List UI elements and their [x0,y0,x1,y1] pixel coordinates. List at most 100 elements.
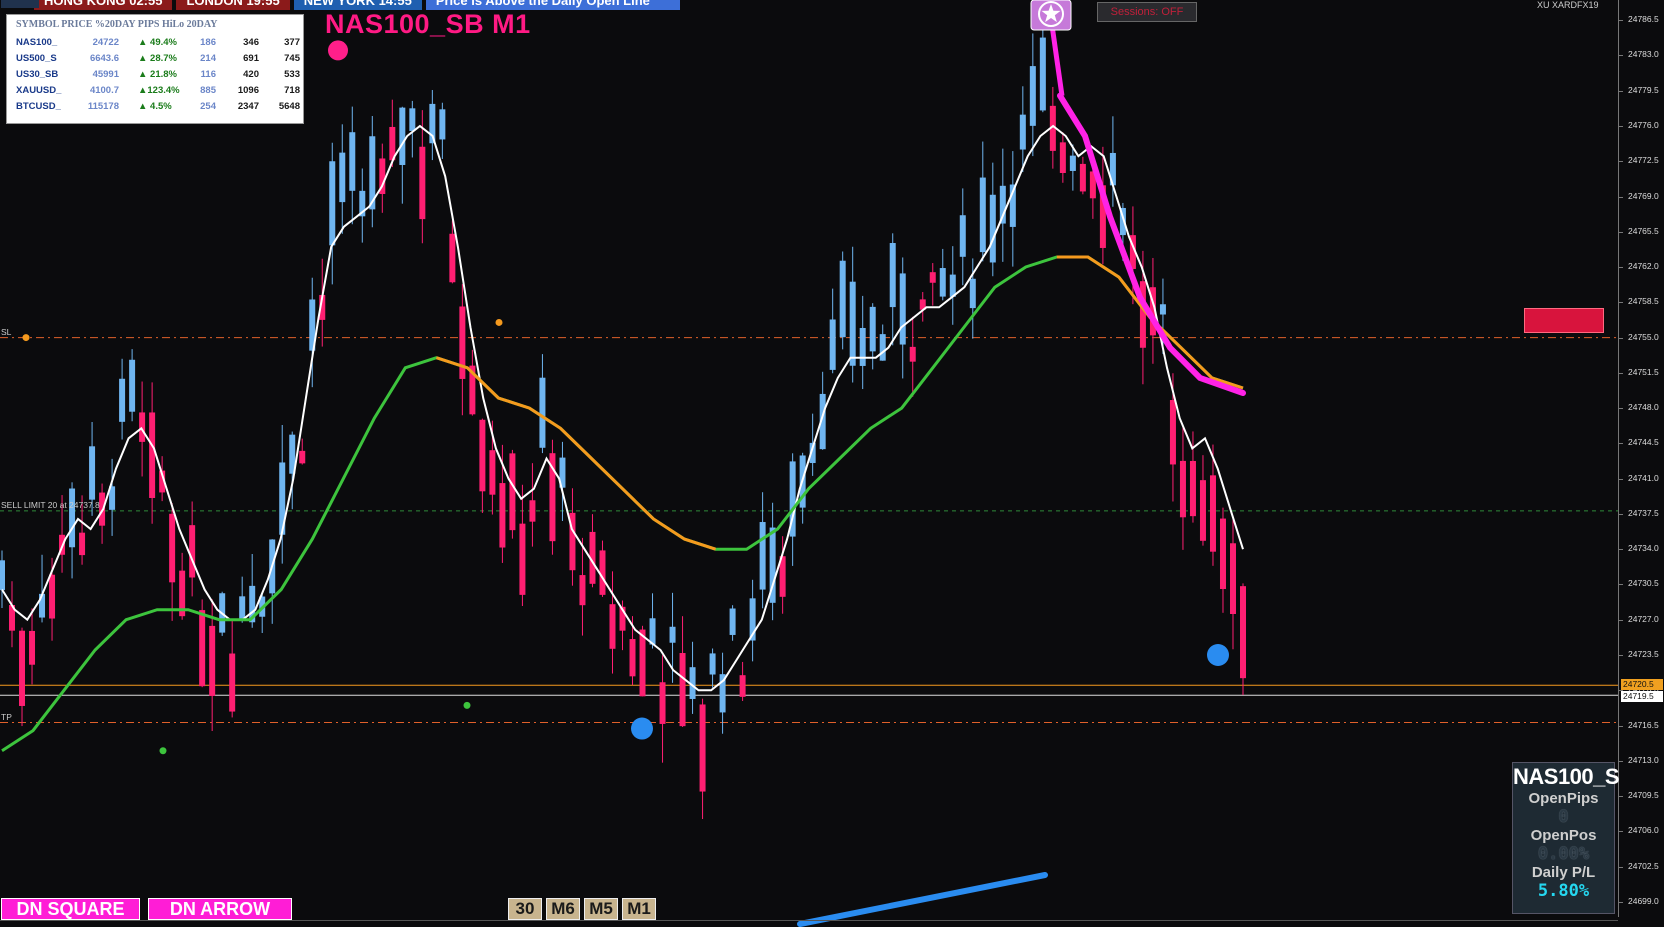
candle-body [439,109,446,140]
candle-body [879,334,886,361]
price-tick-label: 24709.5 [1628,790,1659,801]
table-row: US500_S 6643.6 ▲ 28.7% 214 691 745 [16,53,302,68]
daily-pl-label: Daily P/L [1531,864,1596,881]
price-tick-mark [1618,55,1623,57]
price-tick-mark [1618,655,1623,656]
candle-body [1059,142,1066,173]
price-tick-mark [1618,443,1623,445]
candle-body [129,359,136,412]
candle-body [669,626,676,643]
candle-body [169,513,176,583]
candle-body [829,319,836,370]
tf-button-m6[interactable]: M6 [546,898,580,920]
time-axis[interactable] [0,920,1618,927]
session-bar: HONG KONG 02:55 LONDON 19:55 NEW YORK 14… [0,0,680,10]
sell-limit-label: SELL LIMIT 20 at 24737.8 [1,499,100,510]
candle-body [409,108,416,131]
price-tick-mark [1618,161,1623,163]
candle-body [69,488,76,548]
candle-body [509,453,516,531]
candle-body [79,532,86,556]
blue-trendline [797,872,1048,927]
cell-price: 45991 [92,69,119,80]
candle-body [1039,37,1046,111]
candle-body [709,653,716,675]
candle-body [889,243,896,308]
price-tick-mark [1618,125,1623,127]
green-marker-dot [159,747,167,755]
candle-body [189,525,196,578]
sessions-toggle-button[interactable]: Sessions: OFF [1097,2,1197,22]
cell-price: 115178 [87,101,119,112]
candle-body [1079,163,1086,192]
cell-pct: ▲123.4% [138,85,180,96]
price-tick-label: 24776.0 [1628,119,1659,130]
price-tick-label: 24772.5 [1628,155,1659,166]
candle-body [699,704,706,792]
table-row: XAUUSD_ 4100.7 ▲123.4% 885 1096 718 [16,85,302,100]
price-tick-label: 24713.0 [1628,754,1659,765]
price-tick-mark [1618,478,1623,480]
open-pos-label: OpenPos [1530,827,1597,844]
mid-ma-line [1,255,1244,752]
open-pos-value: 0.00% [1537,844,1590,864]
cell-price: 4100.7 [89,85,119,96]
candle-body [979,177,986,253]
cell-lo: 377 [284,37,300,48]
broker-label: XU XARDFX19 [1537,0,1599,10]
price-tick-mark [1618,231,1623,233]
price-tick-mark [1618,619,1623,621]
blue-signal-dot [1207,644,1229,666]
price-tick-mark [1618,796,1623,798]
cell-price: 6643.6 [89,53,119,64]
price-tick-label: 24741.0 [1628,472,1659,483]
candle-body [659,682,666,724]
cell-price: 24722 [92,37,119,48]
dn-square-button[interactable]: DN SQUARE [1,898,140,920]
price-tick-mark [1618,725,1623,727]
tf-button-m5[interactable]: M5 [584,898,618,920]
candle-body [899,273,906,345]
candle-body [349,132,356,191]
candle-body [579,575,586,606]
orange-marker-dot [495,318,503,326]
candle-body [1209,475,1216,552]
cell-hi: 346 [243,37,259,48]
panel-symbol: NAS100_S [1513,764,1620,789]
tf-button-30[interactable]: 30 [508,898,542,920]
price-tick-label: 24699.0 [1628,895,1659,906]
candle-body [529,500,536,522]
candle-body [1069,155,1076,171]
candle-body [929,272,936,283]
candle-body [519,523,526,595]
cell-lo: 5648 [278,101,300,112]
price-tick-mark [1618,831,1623,833]
sell-signal-box[interactable] [1524,308,1604,333]
candle-body [139,412,146,442]
cell-pips: 186 [200,37,216,48]
market-overview-table: SYMBOL PRICE %20DAY PIPS HiLo 20DAY NAS1… [6,14,304,124]
cell-lo: 745 [284,53,300,64]
price-tick-label: 24748.0 [1628,402,1659,413]
candle-body [449,233,456,283]
cell-hi: 691 [243,53,259,64]
cell-sym: US500_S [16,53,57,64]
candle-body [399,107,406,165]
candle-body [1240,586,1246,679]
cell-pips: 885 [200,85,216,96]
candle-body [679,653,686,727]
price-axis[interactable]: 24786.5 24783.0 24779.5 24776.0 24772.5 24769… [1618,0,1664,927]
tf-button-m1[interactable]: M1 [622,898,656,920]
price-tick-mark [1618,760,1623,762]
candle-body [939,268,946,297]
candle-body [1189,460,1196,517]
cell-lo: 718 [284,85,300,96]
price-chart[interactable] [0,0,1664,927]
dn-arrow-button[interactable]: DN ARROW [148,898,292,920]
cell-sym: NAS100_ [16,37,58,48]
cell-hi: 420 [243,69,259,80]
cell-pips: 116 [200,69,216,80]
price-tick-label: 24716.5 [1628,719,1659,730]
candle-body [339,152,346,203]
candle-body [119,378,126,422]
